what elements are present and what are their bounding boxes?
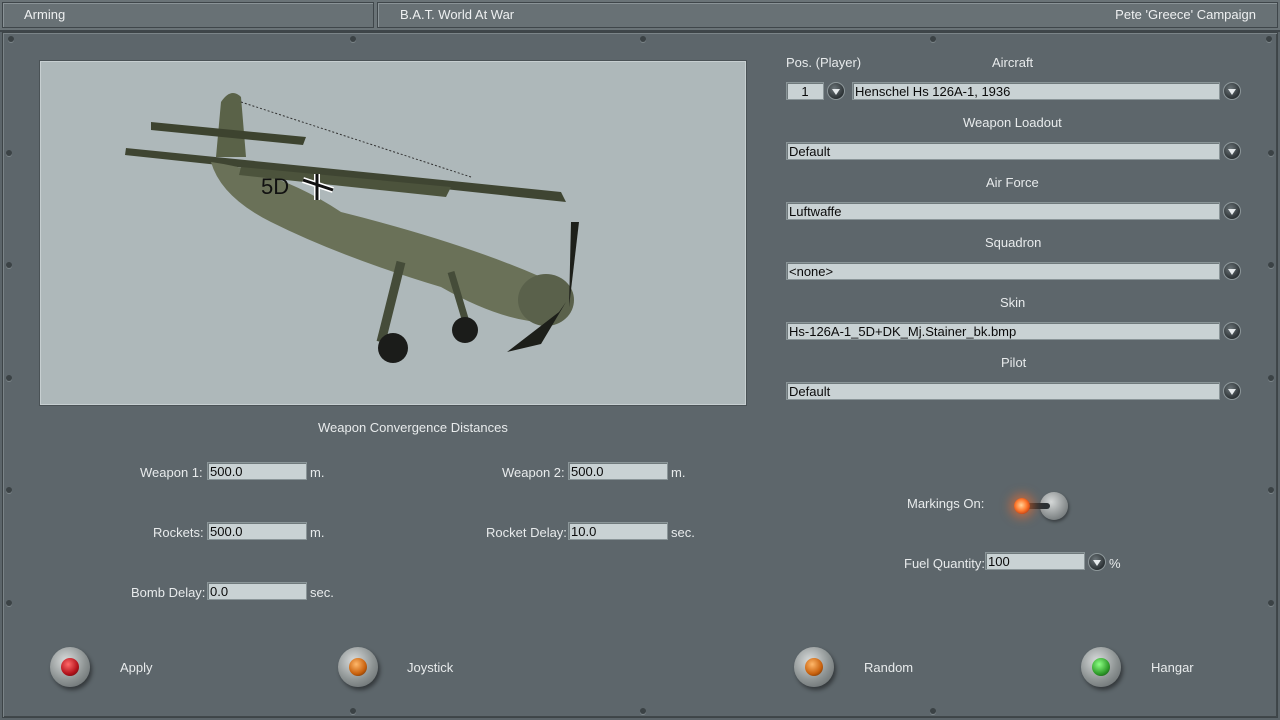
apply-label[interactable]: Apply — [120, 660, 153, 675]
skin-label: Skin — [1000, 295, 1026, 310]
weapon2-input[interactable]: 500.0 — [568, 462, 668, 480]
squadron-select[interactable]: <none> — [786, 262, 1220, 280]
rockets-input[interactable]: 500.0 — [207, 522, 307, 540]
rocket-delay-unit: sec. — [671, 525, 695, 540]
fuel-select[interactable]: 100 — [985, 552, 1085, 570]
skin-select[interactable]: Hs-126A-1_5D+DK_Mj.Stainer_bk.bmp — [786, 322, 1220, 340]
weapon1-unit: m. — [310, 465, 325, 480]
rivet — [1268, 262, 1274, 268]
weapon2-unit: m. — [671, 465, 686, 480]
rivet — [350, 708, 356, 714]
joystick-label[interactable]: Joystick — [407, 660, 453, 675]
squadron-dropdown-icon[interactable] — [1223, 262, 1241, 280]
rivet — [6, 375, 12, 381]
skin-dropdown-icon[interactable] — [1223, 322, 1241, 340]
aircraft-preview[interactable]: 5D — [40, 61, 746, 405]
rivet — [6, 262, 12, 268]
aircraft-dropdown-icon[interactable] — [1223, 82, 1241, 100]
rivet — [6, 150, 12, 156]
pilot-label: Pilot — [1001, 355, 1027, 370]
screen-title: Arming — [24, 7, 66, 22]
random-label[interactable]: Random — [864, 660, 913, 675]
rivet — [350, 36, 356, 42]
fuel-label: Fuel Quantity: — [904, 556, 985, 571]
aircraft-select[interactable]: Henschel Hs 126A-1, 1936 — [852, 82, 1220, 100]
rivet — [1268, 375, 1274, 381]
rivet — [930, 36, 936, 42]
rockets-unit: m. — [310, 525, 325, 540]
bomb-delay-unit: sec. — [310, 585, 334, 600]
fuel-dropdown-icon[interactable] — [1088, 553, 1106, 571]
svg-text:5D: 5D — [261, 174, 289, 199]
markings-indicator-lamp — [1014, 498, 1030, 514]
green-lamp-icon — [1092, 658, 1110, 676]
bomb-delay-input[interactable]: 0.0 — [207, 582, 307, 600]
rockets-label: Rockets: — [153, 525, 204, 540]
red-lamp-icon — [61, 658, 79, 676]
rocket-delay-input[interactable]: 10.0 — [568, 522, 668, 540]
squadron-label: Squadron — [985, 235, 1042, 250]
rivet — [1266, 36, 1272, 42]
hangar-button[interactable] — [1081, 647, 1121, 687]
markings-label: Markings On: — [907, 496, 985, 511]
aircraft-label: Aircraft — [992, 55, 1034, 70]
campaign-title: Pete 'Greece' Campaign — [1115, 7, 1256, 22]
hangar-label[interactable]: Hangar — [1151, 660, 1194, 675]
loadout-label: Weapon Loadout — [963, 115, 1062, 130]
joystick-button[interactable] — [338, 647, 378, 687]
rivet — [6, 487, 12, 493]
rivet — [1268, 150, 1274, 156]
amber-lamp-icon — [805, 658, 823, 676]
loadout-select[interactable]: Default — [786, 142, 1220, 160]
rivet — [1268, 487, 1274, 493]
bomb-delay-label: Bomb Delay: — [131, 585, 206, 600]
rivet — [1268, 600, 1274, 606]
rivet — [8, 36, 14, 42]
weapon2-label: Weapon 2: — [502, 465, 565, 480]
weapon1-input[interactable]: 500.0 — [207, 462, 307, 480]
airforce-label: Air Force — [986, 175, 1039, 190]
pilot-dropdown-icon[interactable] — [1223, 382, 1241, 400]
rivet — [930, 708, 936, 714]
airforce-dropdown-icon[interactable] — [1223, 202, 1241, 220]
rocket-delay-label: Rocket Delay: — [486, 525, 567, 540]
loadout-dropdown-icon[interactable] — [1223, 142, 1241, 160]
pos-dropdown-icon[interactable] — [827, 82, 845, 100]
convergence-heading: Weapon Convergence Distances — [318, 420, 508, 435]
fuel-unit: % — [1109, 556, 1121, 571]
rivet — [640, 708, 646, 714]
pos-select[interactable]: 1 — [786, 82, 824, 100]
pilot-select[interactable]: Default — [786, 382, 1220, 400]
airforce-select[interactable]: Luftwaffe — [786, 202, 1220, 220]
rivet — [640, 36, 646, 42]
amber-lamp-icon — [349, 658, 367, 676]
random-button[interactable] — [794, 647, 834, 687]
rivet — [6, 600, 12, 606]
pos-label: Pos. (Player) — [786, 55, 862, 70]
apply-button[interactable] — [50, 647, 90, 687]
biplane-icon: 5D — [125, 93, 579, 363]
game-title: B.A.T. World At War — [400, 7, 515, 22]
weapon1-label: Weapon 1: — [140, 465, 203, 480]
title-bar: Arming B.A.T. World At War Pete 'Greece'… — [0, 0, 1280, 32]
